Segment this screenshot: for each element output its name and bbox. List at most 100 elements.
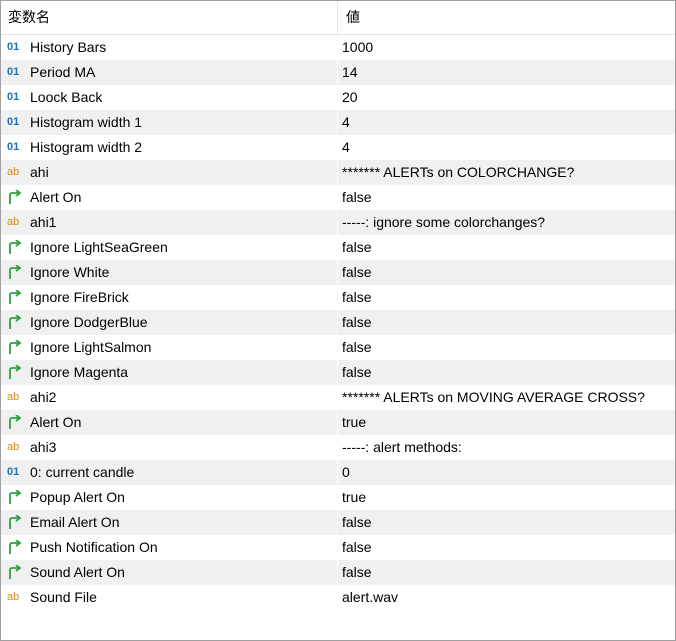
param-name: Sound File: [30, 589, 97, 605]
table-row[interactable]: Push Notification On false: [1, 535, 675, 560]
param-name: Ignore Magenta: [30, 364, 129, 380]
column-header-value[interactable]: 値: [346, 1, 360, 34]
table-row[interactable]: Alert On false: [1, 185, 675, 210]
param-value[interactable]: false: [342, 285, 372, 310]
table-row[interactable]: 01 Period MA 14: [1, 60, 675, 85]
param-value[interactable]: false: [342, 260, 372, 285]
param-value[interactable]: false: [342, 560, 372, 585]
bool-icon: [7, 335, 25, 360]
param-value[interactable]: false: [342, 535, 372, 560]
param-value[interactable]: ******* ALERTs on MOVING AVERAGE CROSS?: [342, 385, 645, 410]
bool-icon: [7, 235, 25, 260]
int-icon: 01: [7, 41, 20, 53]
param-name: Period MA: [30, 64, 96, 80]
cell-divider: [337, 35, 338, 60]
param-value[interactable]: false: [342, 335, 372, 360]
param-name: Ignore DodgerBlue: [30, 314, 148, 330]
param-value[interactable]: ******* ALERTs on COLORCHANGE?: [342, 160, 574, 185]
column-divider[interactable]: [337, 1, 338, 34]
cell-divider: [337, 185, 338, 210]
param-value[interactable]: 14: [342, 60, 358, 85]
param-value[interactable]: 4: [342, 110, 350, 135]
param-value[interactable]: 20: [342, 85, 358, 110]
param-name: Ignore LightSeaGreen: [30, 239, 168, 255]
table-row[interactable]: 01 0: current candle 0: [1, 460, 675, 485]
param-name: Email Alert On: [30, 514, 120, 530]
cell-divider: [337, 335, 338, 360]
param-name: Popup Alert On: [30, 489, 125, 505]
param-name: ahi1: [30, 214, 57, 230]
cell-divider: [337, 210, 338, 235]
cell-divider: [337, 560, 338, 585]
table-row[interactable]: ab ahi2 ******* ALERTs on MOVING AVERAGE C…: [1, 385, 675, 410]
param-value[interactable]: true: [342, 410, 366, 435]
string-icon: ab: [7, 441, 20, 453]
table-row[interactable]: 01 Histogram width 2 4: [1, 135, 675, 160]
table-row[interactable]: Alert On true: [1, 410, 675, 435]
table-row[interactable]: Ignore FireBrick false: [1, 285, 675, 310]
cell-divider: [337, 385, 338, 410]
bool-icon: [7, 360, 25, 385]
table-row[interactable]: Email Alert On false: [1, 510, 675, 535]
cell-divider: [337, 485, 338, 510]
table-row[interactable]: 01 Loock Back 20: [1, 85, 675, 110]
cell-divider: [337, 160, 338, 185]
bool-icon: [7, 185, 25, 210]
param-value[interactable]: 4: [342, 135, 350, 160]
table-row[interactable]: ab ahi1 -----: ignore some colorchanges?: [1, 210, 675, 235]
string-icon: ab: [7, 391, 20, 403]
param-value[interactable]: false: [342, 185, 372, 210]
cell-divider: [337, 310, 338, 335]
cell-divider: [337, 85, 338, 110]
table-row[interactable]: Sound Alert On false: [1, 560, 675, 585]
param-value[interactable]: false: [342, 310, 372, 335]
param-name: ahi: [30, 164, 49, 180]
cell-divider: [337, 135, 338, 160]
param-value[interactable]: -----: alert methods:: [342, 435, 462, 460]
param-name: Histogram width 1: [30, 114, 143, 130]
param-value[interactable]: -----: ignore some colorchanges?: [342, 210, 545, 235]
param-value[interactable]: false: [342, 510, 372, 535]
table-header: 変数名 値: [1, 1, 675, 35]
table-row[interactable]: Ignore LightSalmon false: [1, 335, 675, 360]
param-value[interactable]: 0: [342, 460, 350, 485]
table-row[interactable]: 01 History Bars 1000: [1, 35, 675, 60]
table-row[interactable]: Ignore White false: [1, 260, 675, 285]
table-row[interactable]: Ignore DodgerBlue false: [1, 310, 675, 335]
table-row[interactable]: Ignore LightSeaGreen false: [1, 235, 675, 260]
table-body: 01 History Bars 1000 01 Period MA 14 01 Loock B…: [1, 35, 675, 610]
int-icon: 01: [7, 141, 20, 153]
bool-icon: [7, 410, 25, 435]
cell-divider: [337, 235, 338, 260]
table-row[interactable]: ab Sound File alert.wav: [1, 585, 675, 610]
param-name: History Bars: [30, 39, 107, 55]
bool-icon: [7, 285, 25, 310]
table-row[interactable]: 01 Histogram width 1 4: [1, 110, 675, 135]
string-icon: ab: [7, 216, 20, 228]
param-value[interactable]: false: [342, 360, 372, 385]
param-value[interactable]: alert.wav: [342, 585, 398, 610]
param-name: Ignore FireBrick: [30, 289, 129, 305]
cell-divider: [337, 535, 338, 560]
table-row[interactable]: ab ahi3 -----: alert methods:: [1, 435, 675, 460]
table-row[interactable]: Popup Alert On true: [1, 485, 675, 510]
param-name: ahi2: [30, 389, 57, 405]
param-value[interactable]: 1000: [342, 35, 373, 60]
param-name: Alert On: [30, 189, 82, 205]
cell-divider: [337, 435, 338, 460]
bool-icon: [7, 535, 25, 560]
param-value[interactable]: true: [342, 485, 366, 510]
table-row[interactable]: Ignore Magenta false: [1, 360, 675, 385]
column-header-name[interactable]: 変数名: [8, 1, 50, 34]
cell-divider: [337, 585, 338, 610]
param-name: Ignore White: [30, 264, 110, 280]
table-row[interactable]: ab ahi ******* ALERTs on COLORCHANGE?: [1, 160, 675, 185]
int-icon: 01: [7, 91, 20, 103]
cell-divider: [337, 285, 338, 310]
param-value[interactable]: false: [342, 235, 372, 260]
int-icon: 01: [7, 116, 20, 128]
bool-icon: [7, 560, 25, 585]
cell-divider: [337, 460, 338, 485]
param-name: 0: current candle: [30, 464, 135, 480]
parameters-table: 変数名 値 01 History Bars 1000 01 Period MA 14 01 L…: [0, 0, 676, 641]
